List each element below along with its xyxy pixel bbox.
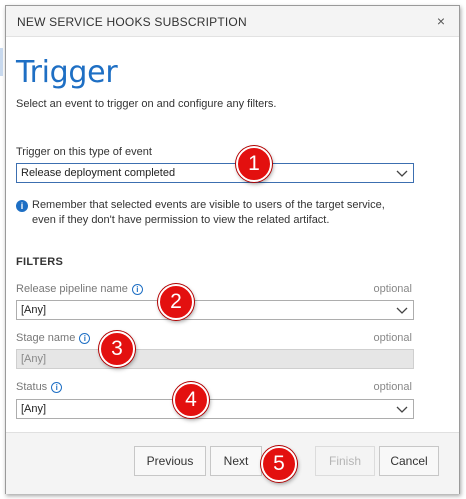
status-optional: optional [373, 381, 412, 393]
info-icon[interactable]: i [79, 332, 91, 344]
close-icon[interactable]: × [433, 12, 449, 30]
release-pipeline-label: Release pipeline name i [16, 283, 143, 295]
dialog-footer: Previous Next Finish Cancel [6, 432, 459, 494]
callout-badge-4: 4 [173, 382, 209, 418]
page-subtext: Select an event to trigger on and config… [16, 98, 277, 110]
event-type-value: Release deployment completed [21, 167, 176, 179]
previous-button[interactable]: Previous [134, 446, 206, 476]
event-type-label: Trigger on this type of event [16, 146, 152, 158]
release-pipeline-label-text: Release pipeline name [16, 283, 128, 295]
status-value: [Any] [21, 403, 47, 415]
service-hooks-dialog: NEW SERVICE HOOKS SUBSCRIPTION × Trigger… [5, 5, 460, 494]
info-icon[interactable]: i [131, 283, 143, 295]
status-dropdown[interactable]: [Any] [16, 399, 414, 419]
status-label: Status i [16, 381, 63, 393]
callout-badge-1: 1 [236, 146, 272, 182]
stage-name-label: Stage name i [16, 332, 91, 344]
status-label-text: Status [16, 381, 48, 393]
info-icon[interactable]: i [51, 381, 63, 393]
stage-name-dropdown: [Any] [16, 349, 414, 369]
cancel-button[interactable]: Cancel [379, 446, 439, 476]
filters-heading: FILTERS [16, 256, 64, 268]
notice-line-1: Remember that selected events are visibl… [32, 199, 385, 211]
stage-name-label-text: Stage name [16, 332, 76, 344]
background-window-edge [0, 48, 3, 76]
page-title: Trigger [16, 55, 118, 90]
callout-badge-3: 3 [99, 331, 135, 367]
stage-name-optional: optional [373, 332, 412, 344]
dialog-title: NEW SERVICE HOOKS SUBSCRIPTION [17, 15, 247, 29]
callout-badge-5: 5 [261, 446, 297, 482]
callout-badge-2: 2 [158, 284, 194, 320]
chevron-down-icon [396, 170, 408, 177]
release-pipeline-dropdown[interactable]: [Any] [16, 300, 414, 320]
visibility-notice: i Remember that selected events are visi… [16, 198, 436, 228]
next-button[interactable]: Next [210, 446, 262, 476]
chevron-down-icon [396, 307, 408, 314]
info-icon: i [16, 200, 28, 212]
event-type-dropdown[interactable]: Release deployment completed [16, 163, 414, 183]
chevron-down-icon [396, 406, 408, 413]
stage-name-value: [Any] [21, 353, 47, 365]
notice-line-2: even if they don't have permission to vi… [32, 214, 330, 226]
release-pipeline-value: [Any] [21, 304, 47, 316]
release-pipeline-optional: optional [373, 283, 412, 295]
dialog-titlebar: NEW SERVICE HOOKS SUBSCRIPTION × [6, 6, 459, 37]
finish-button: Finish [315, 446, 375, 476]
dialog-content: Trigger Select an event to trigger on an… [6, 37, 459, 432]
